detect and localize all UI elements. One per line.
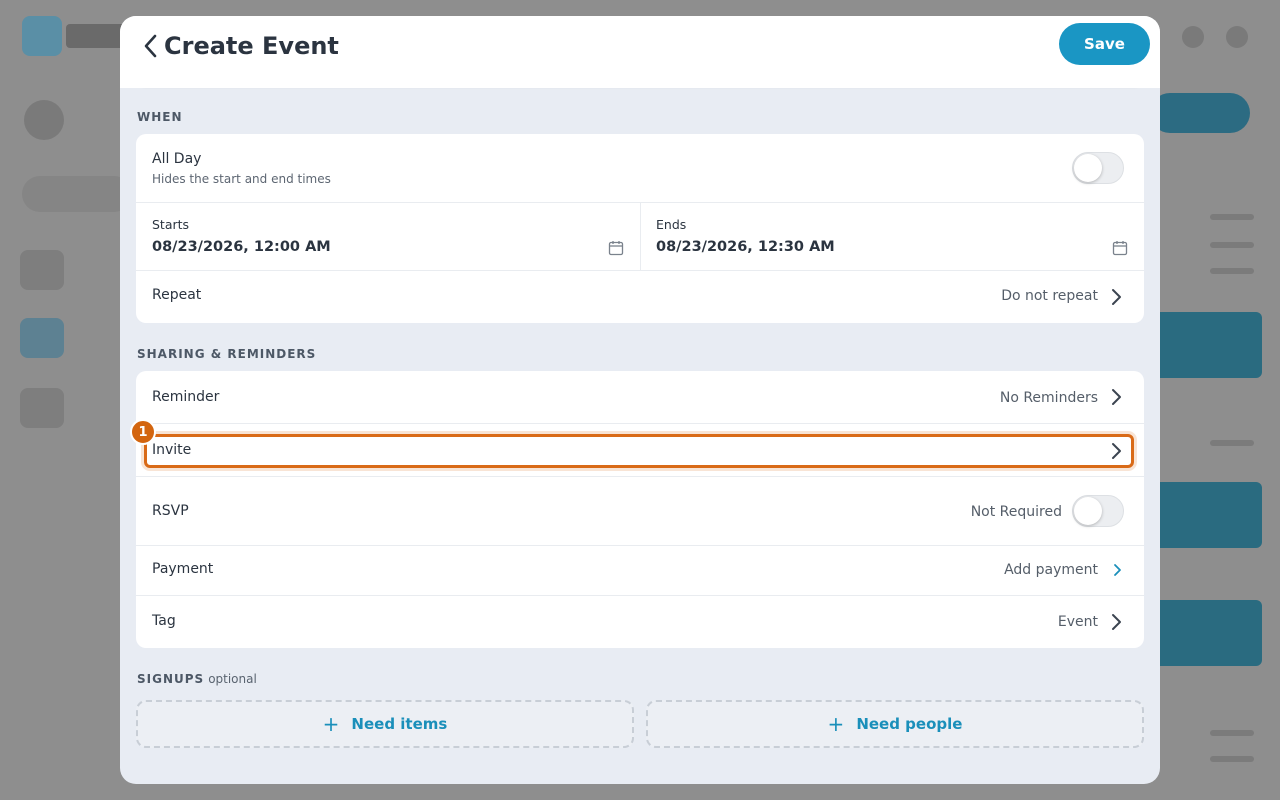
background-search — [22, 176, 132, 212]
repeat-label: Repeat — [152, 287, 202, 303]
need-people-button[interactable]: + Need people — [646, 700, 1144, 748]
background-new-button — [1150, 93, 1250, 133]
modal-header: Create Event Save — [120, 16, 1160, 88]
need-items-button[interactable]: + Need items — [136, 700, 634, 748]
plus-icon: + — [322, 712, 340, 736]
background-line — [1210, 268, 1254, 274]
section-label-when: WHEN — [137, 110, 183, 124]
background-line — [1210, 756, 1254, 762]
all-day-toggle[interactable] — [1072, 152, 1124, 184]
create-event-modal: Create Event Save WHEN All Day Hides the… — [120, 16, 1160, 784]
tag-value: Event — [1057, 614, 1098, 630]
app-logo-wordmark — [66, 24, 126, 48]
sidebar-item-events — [20, 318, 64, 358]
ends-value: 08/23/2026, 12:30 AM — [656, 239, 835, 255]
sidebar-item-home — [20, 250, 64, 290]
page-title: Create Event — [164, 32, 339, 60]
tag-row[interactable]: Tag Event — [136, 596, 1144, 648]
section-label-sharing: SHARING & REMINDERS — [137, 347, 317, 361]
rsvp-row: RSVP Not Required — [136, 477, 1144, 546]
background-event-block — [1150, 482, 1262, 548]
calendar-icon[interactable] — [608, 240, 624, 256]
calendar-icon[interactable] — [1112, 240, 1128, 256]
payment-value: Add payment — [1004, 562, 1098, 578]
ends-field[interactable]: Ends 08/23/2026, 12:30 AM — [640, 203, 1144, 271]
need-items-label: Need items — [351, 715, 448, 733]
chevron-right-icon — [1112, 614, 1121, 630]
chevron-right-icon — [1112, 389, 1121, 405]
signups-label: SIGNUPS — [137, 672, 205, 686]
sidebar-item-settings — [20, 388, 64, 428]
invite-highlight — [144, 434, 1134, 468]
when-card: All Day Hides the start and end times St… — [136, 134, 1144, 323]
background-event-block — [1150, 600, 1262, 666]
chevron-right-icon — [1114, 564, 1121, 576]
background-line — [1210, 730, 1254, 736]
background-line — [1210, 214, 1254, 220]
background-line — [1210, 440, 1254, 446]
app-logo — [22, 16, 62, 56]
sharing-card: Reminder No Reminders 1 Invite RSVP Not … — [130, 371, 1144, 648]
payment-label: Payment — [152, 561, 214, 577]
reminder-value: No Reminders — [999, 390, 1098, 406]
invite-label: Invite — [152, 442, 192, 458]
starts-value: 08/23/2026, 12:00 AM — [152, 239, 331, 255]
invite-row[interactable]: 1 Invite — [130, 419, 1144, 477]
bell-icon — [1182, 26, 1204, 48]
save-button[interactable]: Save — [1059, 23, 1150, 65]
payment-row[interactable]: Payment Add payment — [136, 546, 1144, 596]
starts-field[interactable]: Starts 08/23/2026, 12:00 AM — [136, 203, 641, 271]
reminder-label: Reminder — [152, 389, 220, 405]
repeat-value: Do not repeat — [1001, 288, 1098, 304]
background-event-block — [1150, 312, 1262, 378]
plus-icon: + — [827, 712, 845, 736]
all-day-label: All Day — [152, 151, 202, 167]
chevron-right-icon — [1112, 289, 1121, 305]
dates-row: Starts 08/23/2026, 12:00 AM Ends 08/23/2… — [136, 203, 1144, 271]
tag-label: Tag — [152, 613, 176, 629]
repeat-row[interactable]: Repeat Do not repeat — [136, 271, 1144, 323]
need-people-label: Need people — [856, 715, 963, 733]
starts-label: Starts — [152, 217, 190, 232]
rsvp-toggle[interactable] — [1072, 495, 1124, 527]
rsvp-label: RSVP — [152, 503, 189, 519]
background-line — [1210, 242, 1254, 248]
chevron-left-icon — [144, 34, 157, 58]
all-day-subtitle: Hides the start and end times — [152, 172, 331, 186]
toggle-knob — [1074, 497, 1102, 525]
avatar — [24, 100, 64, 140]
toggle-knob — [1074, 154, 1102, 182]
optional-label: optional — [208, 672, 257, 686]
ends-label: Ends — [656, 217, 687, 232]
rsvp-value: Not Required — [970, 504, 1062, 520]
section-label-signups: SIGNUPS optional — [137, 672, 257, 686]
chevron-right-icon — [1112, 443, 1121, 459]
menu-icon — [1226, 26, 1248, 48]
reminder-row[interactable]: Reminder No Reminders — [136, 371, 1144, 424]
all-day-row: All Day Hides the start and end times — [136, 134, 1144, 203]
